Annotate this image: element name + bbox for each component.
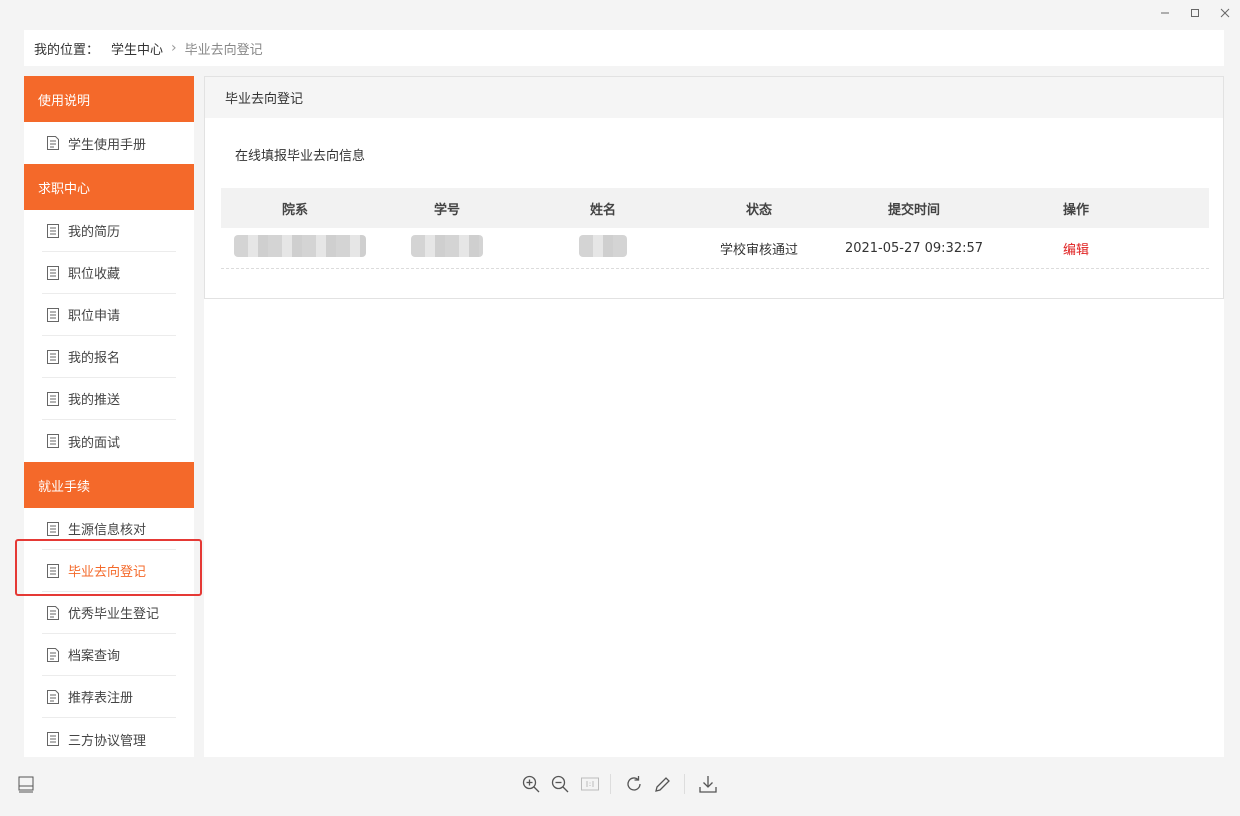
rotate-icon xyxy=(627,776,641,791)
sidebar-item-label: 我的简历 xyxy=(68,225,121,240)
layout-toggle-button[interactable] xyxy=(14,772,38,796)
zoom-out-icon xyxy=(551,775,569,793)
sidebar-item-label: 职位收藏 xyxy=(68,267,121,282)
sidebar-item-label: 学生使用手册 xyxy=(68,137,147,153)
sidebar-item-my-registrations[interactable]: 我的报名 xyxy=(42,336,176,378)
sidebar-item-label: 我的面试 xyxy=(68,435,121,451)
sidebar-item-student-manual[interactable]: 学生使用手册 xyxy=(42,122,176,164)
sidebar-group-usage: 使用说明 xyxy=(24,76,194,122)
zoom-out-button[interactable] xyxy=(548,772,572,796)
column-header-department: 院系 xyxy=(281,202,308,218)
sidebar-item-label: 优秀毕业生登记 xyxy=(68,607,160,622)
pencil-icon xyxy=(655,777,670,792)
maximize-button[interactable] xyxy=(1180,0,1210,26)
sidebar: 使用说明 学生使用手册 求职中心 我的简历 职位收藏 职位申请 我的报名 我的推… xyxy=(24,76,194,757)
minimize-icon xyxy=(1161,12,1169,14)
sidebar-item-recommendation-form[interactable]: 推荐表注册 xyxy=(42,676,176,718)
breadcrumb: 我的位置： 学生中心 › 毕业去向登记 xyxy=(24,30,1224,66)
list-document-icon xyxy=(47,307,59,322)
panel-layout-icon xyxy=(18,776,34,793)
list-document-icon xyxy=(47,223,59,238)
minimize-button[interactable] xyxy=(1150,0,1180,26)
window-controls xyxy=(1150,0,1240,26)
panel-title: 毕业去向登记 xyxy=(205,77,1223,118)
column-header-action: 操作 xyxy=(1062,202,1089,218)
destination-table: 院系 学号 姓名 状态 提交时间 操作 学校审核通过 2021-05-27 09… xyxy=(221,188,1209,269)
main-content: 毕业去向登记 在线填报毕业去向信息 院系 学号 姓名 状态 提交时间 操作 学校… xyxy=(204,76,1224,757)
sidebar-item-job-favorites[interactable]: 职位收藏 xyxy=(42,252,176,294)
bottom-toolbar xyxy=(0,766,1240,806)
actual-size-button[interactable] xyxy=(578,772,602,796)
sidebar-item-label: 我的报名 xyxy=(68,351,121,366)
document-icon xyxy=(47,689,59,704)
sidebar-item-outstanding-graduate[interactable]: 优秀毕业生登记 xyxy=(42,592,176,634)
document-icon xyxy=(47,605,59,620)
column-header-name: 姓名 xyxy=(589,202,616,218)
table-row: 学校审核通过 2021-05-27 09:32:57 编辑 xyxy=(221,228,1209,269)
sidebar-item-label: 三方协议管理 xyxy=(68,733,147,749)
list-document-icon xyxy=(47,391,59,406)
close-button[interactable] xyxy=(1210,0,1240,26)
maximize-icon xyxy=(1191,9,1199,17)
sidebar-item-my-pushes[interactable]: 我的推送 xyxy=(42,378,176,420)
document-icon xyxy=(47,647,59,662)
zoom-in-button[interactable] xyxy=(519,772,543,796)
table-header: 院系 学号 姓名 状态 提交时间 操作 xyxy=(221,188,1209,228)
sidebar-item-label: 职位申请 xyxy=(68,309,121,324)
annotate-button[interactable] xyxy=(651,772,675,796)
rotate-button[interactable] xyxy=(622,772,646,796)
actual-size-icon xyxy=(581,777,599,791)
cell-name-redacted xyxy=(525,235,681,261)
sidebar-item-label: 我的推送 xyxy=(68,393,121,408)
sidebar-group-employment-procedures: 就业手续 xyxy=(24,462,194,508)
sidebar-item-label: 档案查询 xyxy=(68,649,121,664)
list-document-icon xyxy=(47,521,59,536)
sidebar-item-graduation-destination[interactable]: 毕业去向登记 xyxy=(42,550,176,592)
list-document-icon xyxy=(47,265,59,280)
cell-submit-time: 2021-05-27 09:32:57 xyxy=(844,240,984,256)
list-document-icon xyxy=(47,349,59,364)
list-document-icon xyxy=(47,434,59,448)
destination-panel: 毕业去向登记 在线填报毕业去向信息 院系 学号 姓名 状态 提交时间 操作 学校… xyxy=(204,76,1224,299)
column-header-student-id: 学号 xyxy=(433,202,460,218)
list-document-icon xyxy=(47,732,59,746)
column-header-status: 状态 xyxy=(745,202,772,218)
sidebar-item-label: 推荐表注册 xyxy=(68,691,134,706)
list-document-icon xyxy=(47,563,59,578)
breadcrumb-current: 毕业去向登记 xyxy=(184,42,263,58)
edit-link[interactable]: 编辑 xyxy=(1063,243,1089,258)
sidebar-item-job-applications[interactable]: 职位申请 xyxy=(42,294,176,336)
panel-description: 在线填报毕业去向信息 xyxy=(235,149,366,164)
cell-action: 编辑 xyxy=(991,239,1161,258)
breadcrumb-parent-link[interactable]: 学生中心 xyxy=(111,39,163,58)
download-icon xyxy=(699,776,717,793)
breadcrumb-label: 我的位置： xyxy=(34,42,100,58)
cell-department-redacted xyxy=(221,235,369,261)
close-icon xyxy=(1220,8,1230,18)
sidebar-item-my-resume[interactable]: 我的简历 xyxy=(42,210,176,252)
sidebar-item-source-info-check[interactable]: 生源信息核对 xyxy=(42,508,176,550)
download-button[interactable] xyxy=(696,772,720,796)
sidebar-group-job-center: 求职中心 xyxy=(24,164,194,210)
sidebar-item-my-interviews[interactable]: 我的面试 xyxy=(42,420,176,462)
cell-student-id-redacted xyxy=(369,235,525,261)
sidebar-item-archive-query[interactable]: 档案查询 xyxy=(42,634,176,676)
sidebar-item-label: 生源信息核对 xyxy=(68,523,147,538)
sidebar-item-tripartite-agreement[interactable]: 三方协议管理 xyxy=(42,718,176,757)
sidebar-item-label: 毕业去向登记 xyxy=(68,565,147,580)
document-icon xyxy=(47,136,59,150)
column-header-submit-time: 提交时间 xyxy=(887,202,940,218)
chevron-right-icon: › xyxy=(171,40,177,56)
zoom-in-icon xyxy=(522,775,540,793)
cell-status: 学校审核通过 xyxy=(719,242,798,258)
